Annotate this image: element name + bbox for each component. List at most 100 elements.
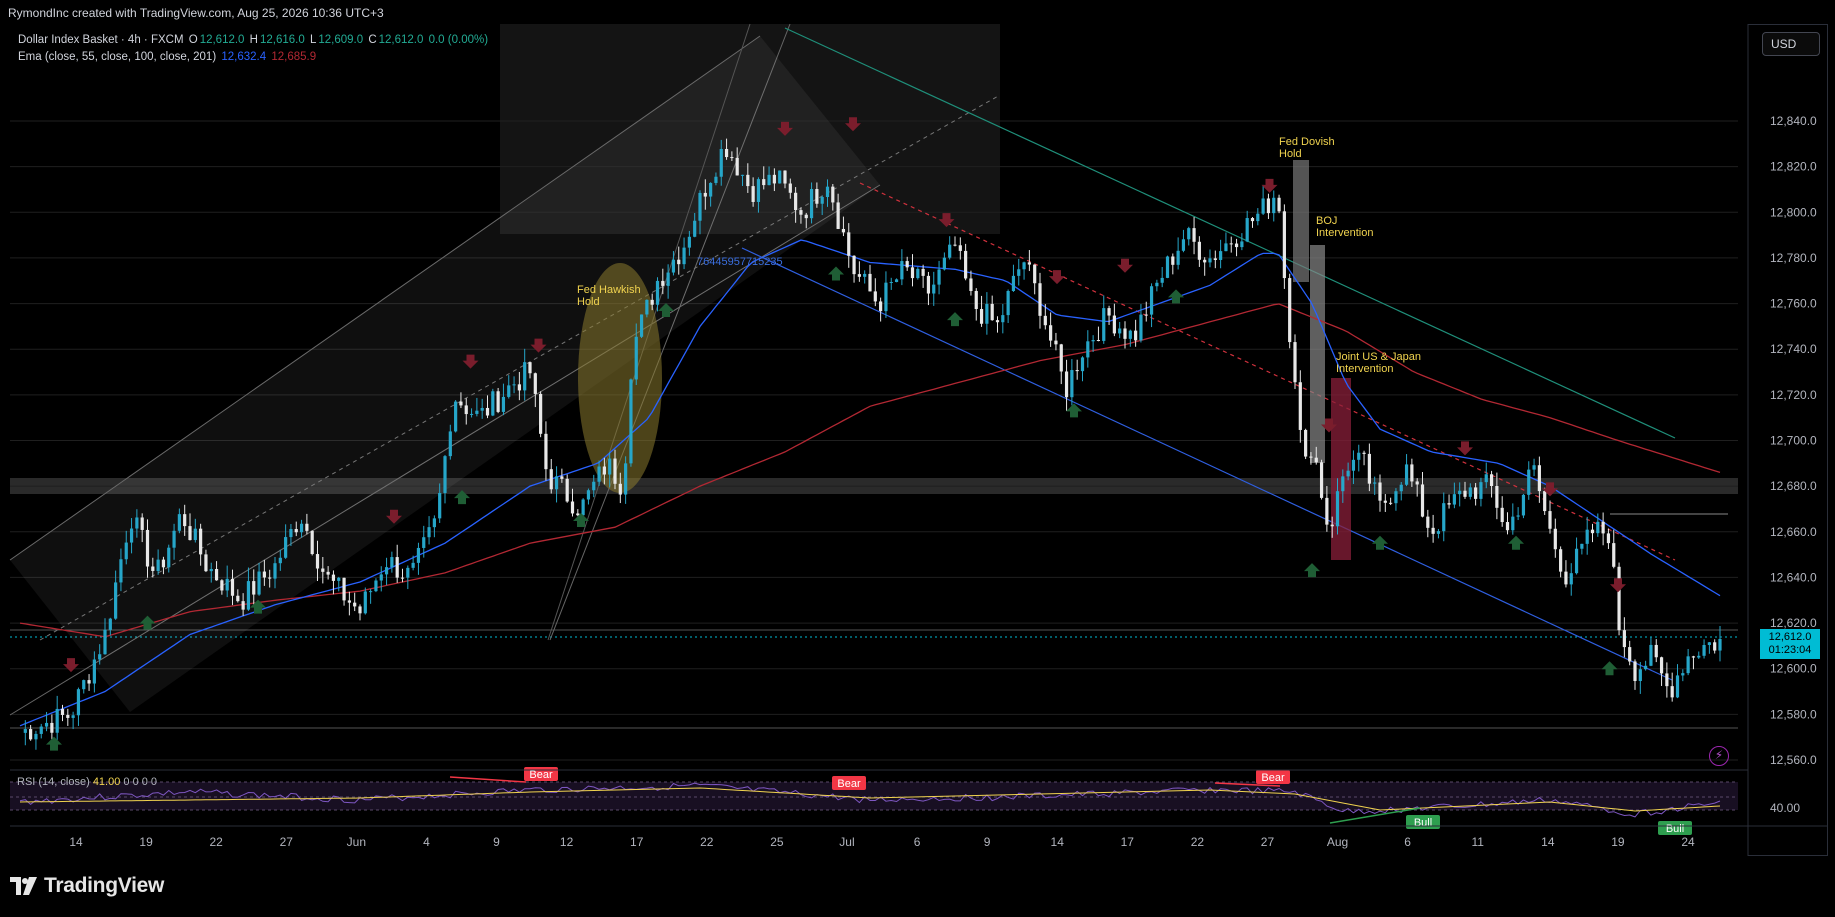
candle-body xyxy=(820,197,824,204)
candle-body xyxy=(268,577,272,579)
candle-body xyxy=(894,279,899,283)
candle-body xyxy=(740,174,745,176)
candle-body xyxy=(464,405,468,415)
candle-body xyxy=(1516,515,1520,517)
low-label: L xyxy=(309,34,317,46)
candle-body xyxy=(1208,258,1212,263)
candle-body xyxy=(262,571,266,578)
candle-body xyxy=(910,267,915,279)
candle-body xyxy=(772,174,776,184)
candle-body xyxy=(395,557,399,578)
candle-body xyxy=(937,269,941,285)
candle-body xyxy=(1123,328,1127,339)
candle-body xyxy=(1335,491,1340,527)
candle-body xyxy=(1543,491,1547,512)
candle-body xyxy=(1447,503,1451,505)
candle-body xyxy=(400,577,405,579)
currency-button[interactable]: USD xyxy=(1762,32,1820,56)
candle-body xyxy=(815,189,819,204)
candle-body xyxy=(315,554,320,569)
candle-body xyxy=(459,401,463,406)
candle-body xyxy=(608,458,612,475)
candle-body xyxy=(1171,256,1175,265)
candle-body xyxy=(230,578,235,596)
candle-body xyxy=(193,528,197,541)
candle-body xyxy=(299,523,304,533)
candle-body xyxy=(1245,218,1249,242)
candle-body xyxy=(905,261,909,268)
candle-body xyxy=(1144,314,1148,316)
candle-body xyxy=(1139,314,1143,341)
candle-body xyxy=(836,202,840,229)
candle-body xyxy=(1112,315,1116,334)
candle-body xyxy=(507,385,511,397)
candle-body xyxy=(809,189,814,219)
candle-body xyxy=(469,413,474,415)
candle-body xyxy=(1107,308,1111,316)
candle-body xyxy=(1718,638,1722,651)
candle-body xyxy=(1442,503,1446,532)
candle-body xyxy=(1017,269,1021,276)
candle-body xyxy=(1410,464,1414,482)
candle-body xyxy=(1362,452,1366,454)
candle-body xyxy=(618,483,622,495)
candle-body xyxy=(108,618,112,630)
candle-body xyxy=(1612,543,1616,567)
candle-body xyxy=(762,179,766,186)
candle-body xyxy=(1118,328,1122,334)
symbol-legend: Dollar Index Basket · 4h · FXCM O 12,612.… xyxy=(18,34,490,46)
candle-body xyxy=(565,478,569,502)
x-tick-label: 6 xyxy=(914,835,921,849)
x-tick-label: 17 xyxy=(1121,835,1135,849)
candle-body xyxy=(528,362,532,374)
x-tick-label: 6 xyxy=(1404,835,1411,849)
candle-body xyxy=(586,490,591,500)
candle-body xyxy=(337,577,341,581)
candle-body xyxy=(1399,484,1403,492)
candle-body xyxy=(1234,243,1239,248)
candle-body xyxy=(932,284,936,294)
candle-body xyxy=(990,303,994,321)
candle-body xyxy=(183,514,187,527)
candle-body xyxy=(1378,482,1382,501)
candle-body xyxy=(1070,370,1074,398)
candle-body xyxy=(1537,465,1541,492)
candle-body xyxy=(1314,457,1318,463)
candle-body xyxy=(788,183,792,193)
candle-body xyxy=(1675,675,1680,698)
candle-body xyxy=(1219,251,1223,261)
tradingview-mark-icon xyxy=(10,877,38,895)
candle-body xyxy=(1351,459,1356,471)
candle-body xyxy=(129,528,134,543)
x-tick-label: 9 xyxy=(984,835,991,849)
candle-body xyxy=(613,458,617,484)
candle-body xyxy=(926,275,931,294)
event-bar xyxy=(1293,160,1309,282)
candle-body xyxy=(570,501,575,514)
candle-body xyxy=(331,574,336,581)
candle-body xyxy=(1298,382,1302,430)
candle-body xyxy=(576,513,580,516)
candle-body xyxy=(1527,469,1531,495)
candle-body xyxy=(172,530,176,548)
candle-body xyxy=(167,547,171,568)
y-tick-label: 12,740.0 xyxy=(1770,342,1817,356)
candle-body xyxy=(964,250,968,279)
candle-body xyxy=(1436,531,1441,534)
candle-body xyxy=(76,689,81,716)
x-tick-label: 19 xyxy=(139,835,153,849)
candle-body xyxy=(284,537,288,558)
y-tick-label: 12,720.0 xyxy=(1770,388,1817,402)
x-tick-label: 11 xyxy=(1472,835,1485,849)
y-tick-label: 12,660.0 xyxy=(1770,525,1817,539)
candle-body xyxy=(1261,198,1265,214)
candle-body xyxy=(1128,330,1132,339)
tradingview-logo[interactable]: TradingView xyxy=(10,874,164,898)
y-tick-label: 12,820.0 xyxy=(1770,160,1817,174)
lightning-icon[interactable]: ⚡ xyxy=(1709,746,1729,766)
candle-body xyxy=(1463,490,1467,497)
candle-body xyxy=(188,526,192,541)
candle-body xyxy=(347,600,351,603)
price-chart[interactable]: 12,840.0 12,820.0 12,800.0 12,780.0 12,760.0… xyxy=(0,0,1835,917)
candle-body xyxy=(698,192,702,221)
